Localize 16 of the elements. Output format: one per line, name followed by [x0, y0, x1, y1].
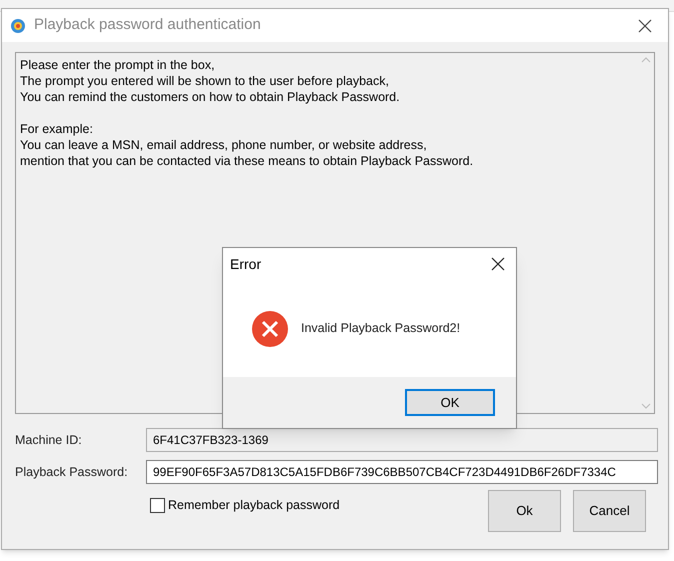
close-icon[interactable]	[491, 257, 505, 271]
text-field[interactable]: 99EF90F65F3A57D813C5A15FDB6F739C6BB507CB4CF723D4491DB6F26DF7334C	[146, 460, 658, 484]
field-label: Playback Password:	[15, 464, 129, 481]
prompt-text: Please enter the prompt in the box, The prompt you entered will be shown to the user before playback, You can remind the customers on how to obtain Playback Password.	[20, 57, 400, 105]
error-icon	[251, 310, 289, 348]
error-message: Invalid Playback Password2!	[301, 320, 460, 338]
app-icon	[10, 18, 26, 34]
window-title: Playback password authentication	[34, 15, 262, 36]
ok-button[interactable]: OK	[405, 389, 495, 416]
dialog-button[interactable]: Cancel	[573, 490, 646, 532]
error-title: Error	[230, 254, 262, 274]
close-icon[interactable]	[638, 18, 652, 32]
prompt-text: For example: You can leave a MSN, email address, phone number, or website address, mention that you can be contacted via these means to obtain Playback Password.	[20, 121, 474, 169]
dialog-button[interactable]: Ok	[488, 490, 561, 532]
remember-checkbox[interactable]: Remember playback password	[150, 496, 488, 515]
field-label: Machine ID:	[15, 432, 83, 449]
